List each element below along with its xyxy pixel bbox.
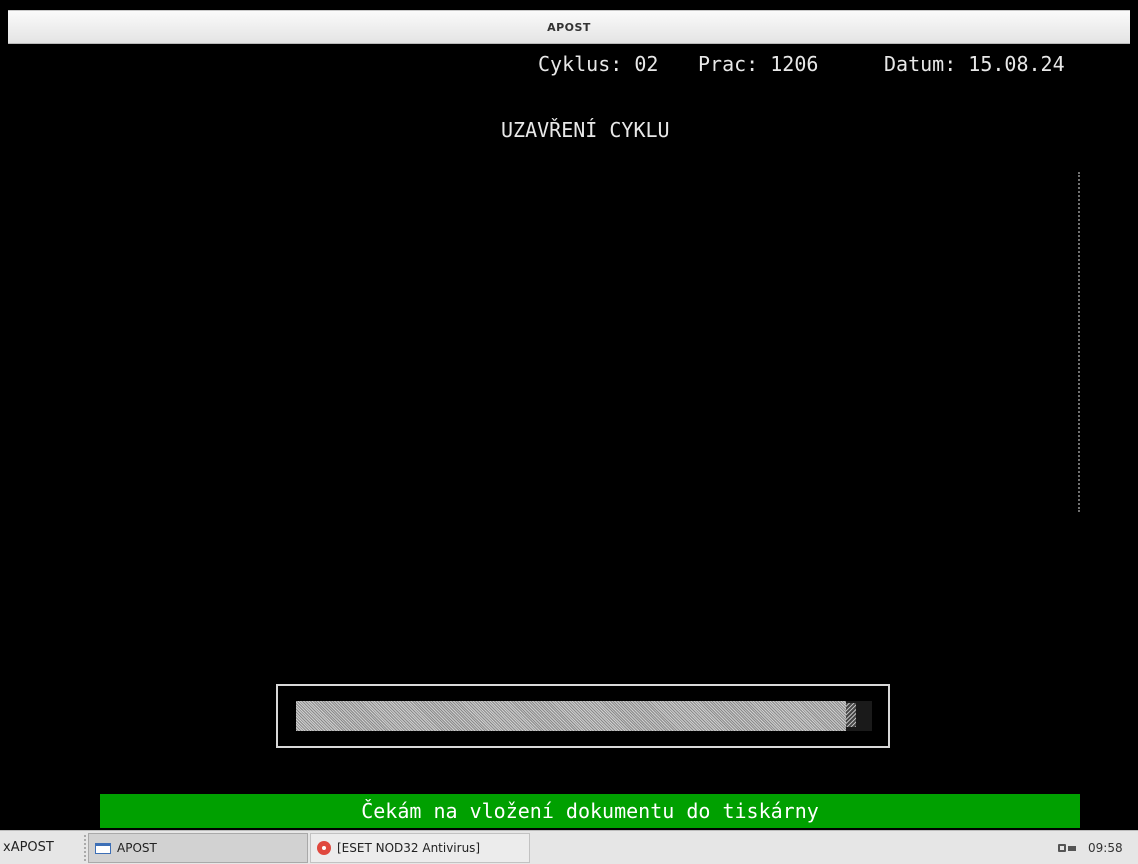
window-title: APOST — [547, 20, 591, 34]
terminal-screen[interactable]: Cyklus: 02 Prac: 1206 Datum: 15.08.24 UZ… — [8, 44, 1130, 830]
progress-bar-fill — [296, 701, 846, 731]
start-button[interactable]: xAPOST — [0, 831, 84, 864]
header-prac: Prac: 1206 — [698, 52, 819, 76]
header-datum: Datum: 15.08.24 — [884, 52, 1065, 76]
network-icon[interactable] — [1058, 841, 1078, 855]
eset-icon — [317, 841, 331, 855]
system-tray: 09:58 — [1048, 831, 1138, 864]
progress-track — [296, 701, 872, 731]
header-cyklus: Cyklus: 02 — [538, 52, 659, 76]
taskbar-item-label: [ESET NOD32 Antivirus] — [337, 841, 481, 855]
progress-dialog — [276, 684, 890, 748]
taskbar-item-eset[interactable]: [ESET NOD32 Antivirus] — [310, 833, 530, 863]
window-titlebar[interactable]: APOST — [8, 10, 1130, 44]
status-bar: Čekám na vložení dokumentu do tiskárny — [100, 794, 1080, 828]
taskbar: xAPOST APOST [ESET NOD32 Antivirus] 09:5… — [0, 830, 1138, 864]
progress-bar-edge — [846, 703, 856, 727]
taskbar-item-label: APOST — [117, 841, 157, 855]
taskbar-item-apost[interactable]: APOST — [88, 833, 308, 863]
clock[interactable]: 09:58 — [1088, 841, 1123, 855]
scrollbar[interactable] — [1078, 172, 1080, 512]
start-label: xAPOST — [3, 840, 54, 855]
status-message: Čekám na vložení dokumentu do tiskárny — [361, 799, 819, 823]
screen-title: UZAVŘENÍ CYKLU — [501, 118, 670, 142]
window-icon — [95, 842, 111, 854]
